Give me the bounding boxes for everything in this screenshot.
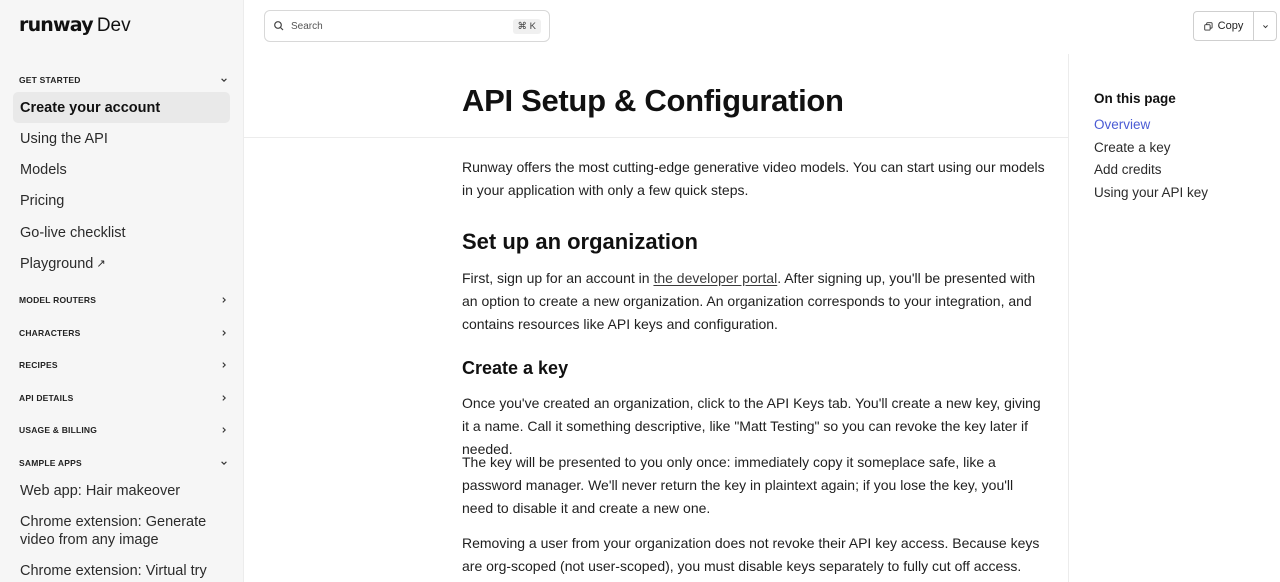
org-text-before: First, sign up for an account in <box>462 270 654 286</box>
organization-paragraph: First, sign up for an account in the dev… <box>462 267 1046 335</box>
page-title: API Setup & Configuration <box>462 83 844 118</box>
section-label: CHARACTERS <box>19 328 81 338</box>
external-link-icon: ↗ <box>96 258 106 270</box>
section-model-routers[interactable]: MODEL ROUTERS <box>19 292 229 308</box>
runway-dev-logo[interactable]: runway Dev <box>19 14 131 37</box>
search-box[interactable]: Search ⌘ K <box>264 10 550 42</box>
toc-item-using-api-key[interactable]: Using your API key <box>1094 185 1208 200</box>
toc-title: On this page <box>1094 91 1176 106</box>
search-shortcut: ⌘ K <box>512 18 541 34</box>
sidebar-item-generate-video[interactable]: Chrome extension: Generate video from an… <box>20 513 225 549</box>
chevron-right-icon <box>219 425 229 435</box>
sidebar-item-go-live[interactable]: Go-live checklist <box>13 217 230 248</box>
toc-item-create-key[interactable]: Create a key <box>1094 140 1171 155</box>
sidebar-item-label: Chrome extension: Virtual try on <box>20 563 207 582</box>
sidebar-item-create-account[interactable]: Create your account <box>13 92 230 123</box>
sidebar: runway Dev GET STARTED Create your accou… <box>0 0 244 582</box>
search-icon <box>274 21 284 31</box>
section-label: API DETAILS <box>19 393 74 403</box>
key-once-paragraph: The key will be presented to you only on… <box>462 454 1014 516</box>
intro-paragraph: Runway offers the most cutting-edge gene… <box>462 159 1045 198</box>
sidebar-item-label: Pricing <box>20 192 65 209</box>
heading-create-key: Create a key <box>462 358 569 378</box>
sidebar-item-label: Playground <box>20 255 94 272</box>
section-recipes[interactable]: RECIPES <box>19 357 229 373</box>
copy-button-group: Copy <box>1193 11 1277 41</box>
developer-portal-link[interactable]: the developer portal <box>653 270 777 286</box>
chevron-right-icon <box>219 328 229 338</box>
sidebar-item-hair-makeover[interactable]: Web app: Hair makeover <box>13 475 230 506</box>
toc-divider <box>1068 54 1069 582</box>
section-label: RECIPES <box>19 360 58 370</box>
toc-item-add-credits[interactable]: Add credits <box>1094 162 1162 177</box>
key-revocation-paragraph: Removing a user from your organization d… <box>462 535 1040 574</box>
sidebar-item-label: Chrome extension: Generate video from an… <box>20 514 207 548</box>
sidebar-item-pricing[interactable]: Pricing <box>13 185 230 216</box>
toc-item-overview[interactable]: Overview <box>1094 117 1150 132</box>
copy-icon <box>1203 21 1213 31</box>
chevron-down-icon <box>219 75 229 85</box>
section-characters[interactable]: CHARACTERS <box>19 325 229 341</box>
sidebar-item-label: Models <box>20 161 67 178</box>
chevron-right-icon <box>219 295 229 305</box>
sidebar-item-models[interactable]: Models <box>13 154 230 185</box>
sidebar-item-label: Using the API <box>20 130 108 147</box>
sidebar-item-label: Create your account <box>20 99 161 116</box>
chevron-down-icon <box>1262 24 1268 28</box>
chevron-right-icon <box>219 393 229 403</box>
heading-set-up-organization: Set up an organization <box>462 229 698 254</box>
logo-brand: runway <box>19 14 94 36</box>
section-label: GET STARTED <box>19 75 81 85</box>
copy-options-button[interactable] <box>1254 12 1276 40</box>
search-placeholder: Search <box>291 20 323 32</box>
section-api-details[interactable]: API DETAILS <box>19 390 229 406</box>
section-usage-billing[interactable]: USAGE & BILLING <box>19 422 229 438</box>
section-label: SAMPLE APPS <box>19 458 82 468</box>
section-sample-apps[interactable]: SAMPLE APPS <box>19 455 229 471</box>
chevron-down-icon <box>219 458 229 468</box>
sidebar-item-virtual-try-on[interactable]: Chrome extension: Virtual try on <box>20 562 225 582</box>
sidebar-item-using-api[interactable]: Using the API <box>13 123 230 154</box>
logo-suffix: Dev <box>96 15 131 36</box>
section-get-started[interactable]: GET STARTED <box>19 72 229 88</box>
sidebar-item-playground[interactable]: Playground ↗ <box>13 248 230 279</box>
copy-page-button[interactable]: Copy <box>1194 12 1254 40</box>
sidebar-item-label: Go-live checklist <box>20 224 126 241</box>
section-label: MODEL ROUTERS <box>19 295 97 305</box>
copy-label: Copy <box>1217 20 1244 32</box>
chevron-right-icon <box>219 360 229 370</box>
sidebar-item-label: Web app: Hair makeover <box>20 482 181 499</box>
section-label: USAGE & BILLING <box>19 425 98 435</box>
